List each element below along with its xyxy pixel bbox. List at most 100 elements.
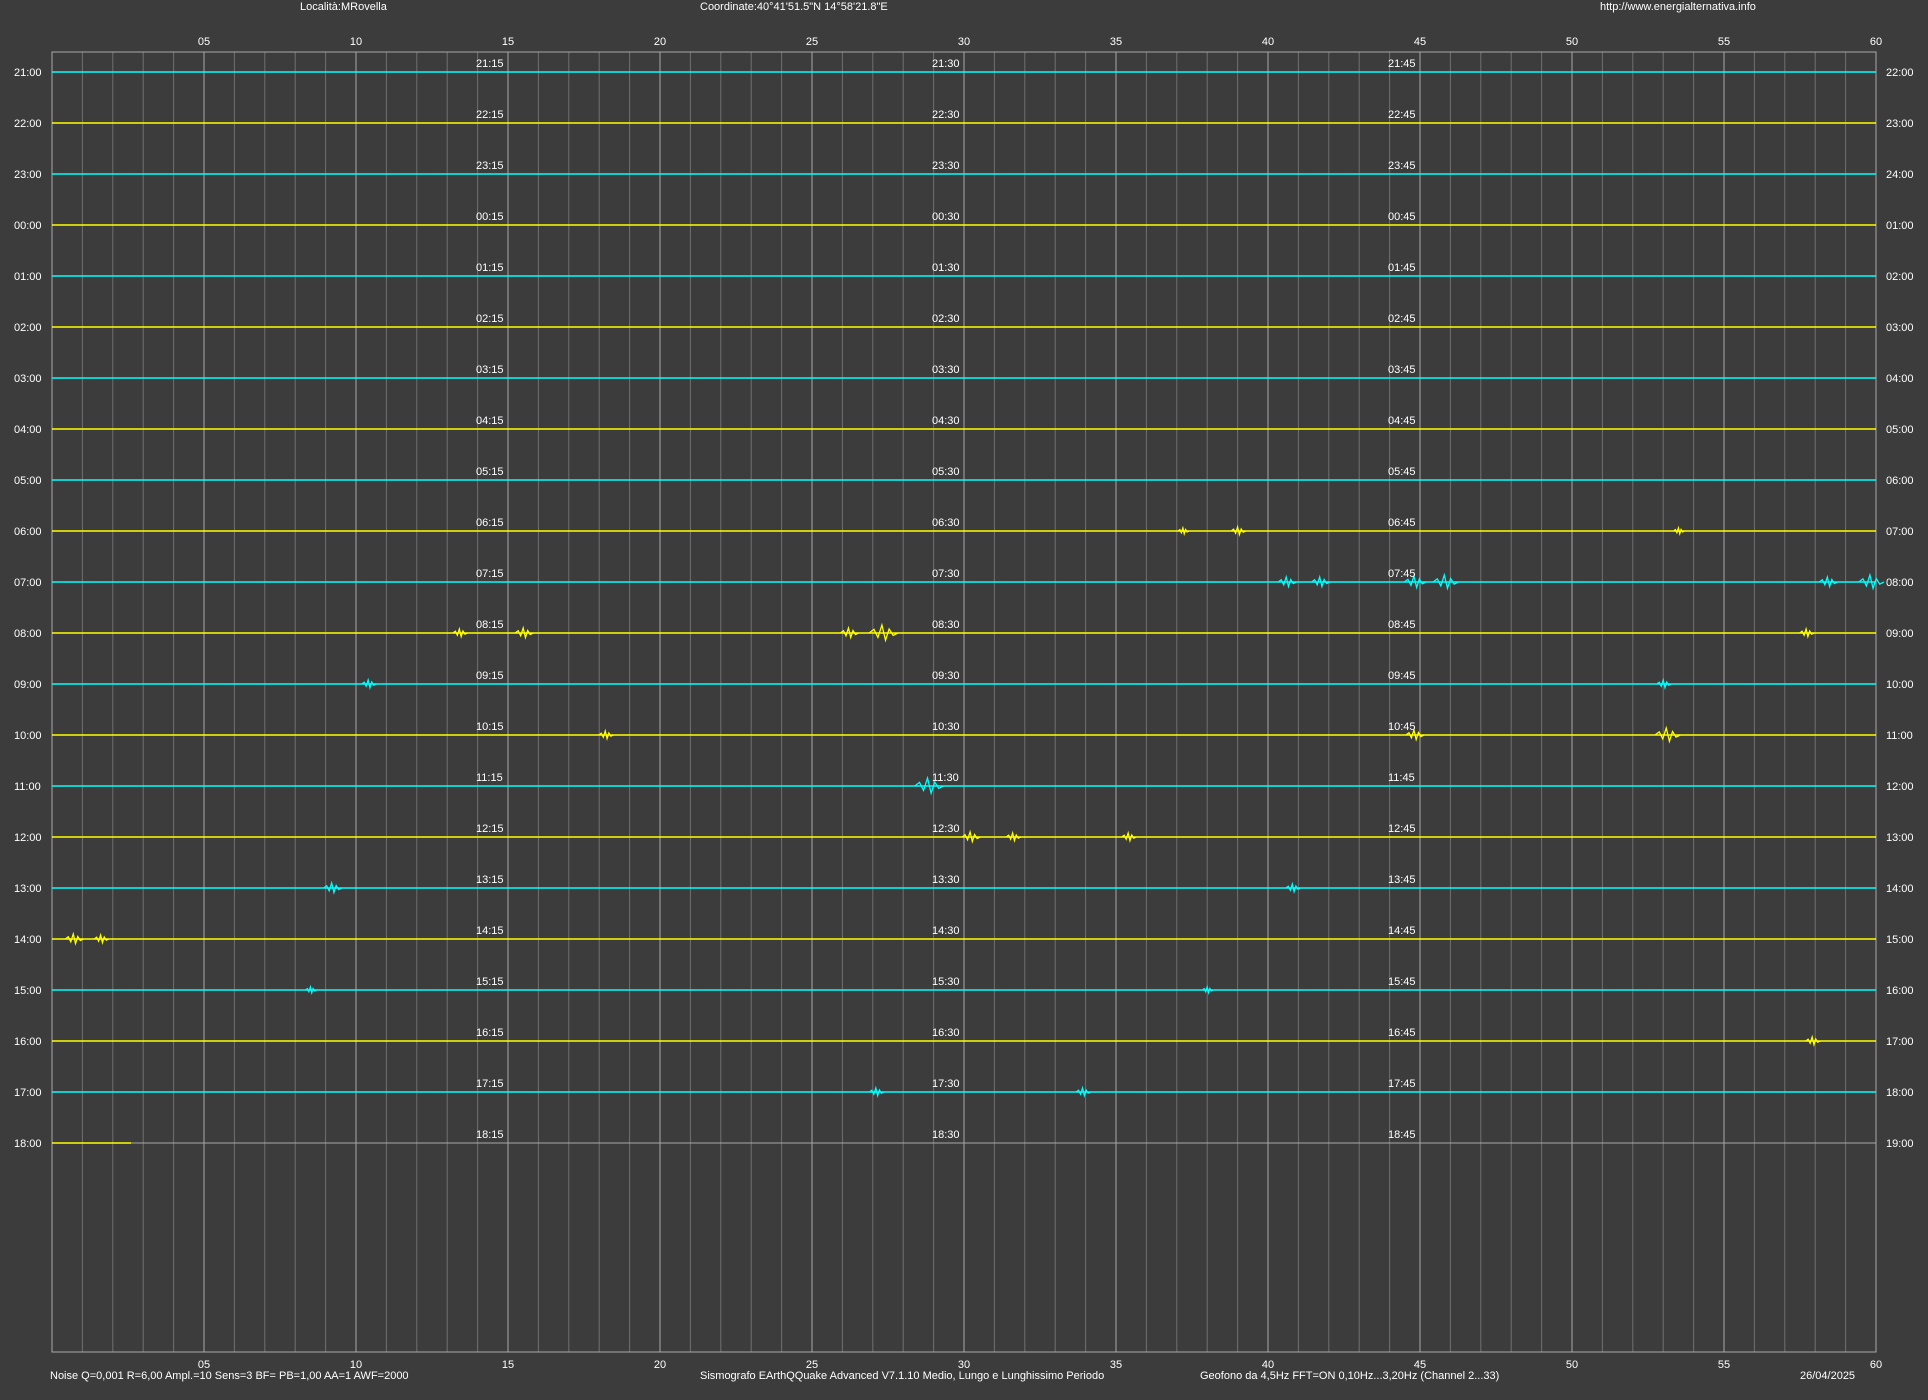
row-time-label-left: 07:00 <box>14 577 42 589</box>
quarter-hour-label: 08:30 <box>932 619 960 631</box>
row-time-label-left: 04:00 <box>14 424 42 436</box>
quarter-hour-label: 10:15 <box>476 721 504 733</box>
row-time-label-left: 10:00 <box>14 730 42 742</box>
quarter-hour-label: 02:45 <box>1388 313 1416 325</box>
quarter-hour-label: 14:30 <box>932 925 960 937</box>
quarter-hour-label: 09:15 <box>476 670 504 682</box>
quarter-hour-label: 18:45 <box>1388 1129 1416 1141</box>
row-time-label-left: 03:00 <box>14 373 42 385</box>
quarter-hour-label: 00:30 <box>932 211 960 223</box>
quarter-hour-label: 13:45 <box>1388 874 1416 886</box>
row-time-label-right: 01:00 <box>1886 220 1914 232</box>
quarter-hour-label: 17:30 <box>932 1078 960 1090</box>
quarter-hour-label: 18:15 <box>476 1129 504 1141</box>
x-tick-label-bottom: 20 <box>654 1359 666 1371</box>
row-time-label-right: 17:00 <box>1886 1036 1914 1048</box>
software-label: Sismografo EArthQQuake Advanced V7.1.10 … <box>700 1370 1105 1382</box>
quarter-hour-label: 12:30 <box>932 823 960 835</box>
quarter-hour-label: 16:15 <box>476 1027 504 1039</box>
row-time-label-right: 11:00 <box>1886 730 1913 742</box>
x-tick-label-bottom: 50 <box>1566 1359 1578 1371</box>
quarter-hour-label: 23:30 <box>932 160 960 172</box>
x-tick-label-top: 20 <box>654 36 666 48</box>
row-time-label-left: 16:00 <box>14 1036 42 1048</box>
row-time-label-right: 05:00 <box>1886 424 1914 436</box>
row-time-label-left: 21:00 <box>14 67 42 79</box>
row-time-label-right: 02:00 <box>1886 271 1914 283</box>
row-time-label-right: 19:00 <box>1886 1138 1914 1150</box>
quarter-hour-label: 18:30 <box>932 1129 960 1141</box>
x-tick-label-top: 40 <box>1262 36 1274 48</box>
quarter-hour-label: 22:30 <box>932 109 960 121</box>
x-tick-label-bottom: 35 <box>1110 1359 1122 1371</box>
quarter-hour-label: 13:15 <box>476 874 504 886</box>
quarter-hour-label: 11:15 <box>476 772 503 784</box>
quarter-hour-label: 08:45 <box>1388 619 1416 631</box>
quarter-hour-label: 04:30 <box>932 415 960 427</box>
sensor-label: Geofono da 4,5Hz FFT=ON 0,10Hz...3,20Hz … <box>1200 1370 1500 1382</box>
grid-lines <box>81 52 1847 1352</box>
quarter-hour-label: 10:45 <box>1388 721 1416 733</box>
quarter-hour-label: 03:45 <box>1388 364 1416 376</box>
row-time-label-right: 08:00 <box>1886 577 1914 589</box>
row-time-label-right: 18:00 <box>1886 1087 1914 1099</box>
row-time-label-left: 15:00 <box>14 985 42 997</box>
row-time-label-right: 15:00 <box>1886 934 1914 946</box>
quarter-hour-label: 04:15 <box>476 415 504 427</box>
quarter-hour-label: 11:30 <box>932 772 959 784</box>
x-tick-label-top: 50 <box>1566 36 1578 48</box>
x-tick-label-bottom: 60 <box>1870 1359 1882 1371</box>
row-time-label-right: 14:00 <box>1886 883 1914 895</box>
quarter-hour-label: 15:45 <box>1388 976 1416 988</box>
quarter-hour-label: 09:30 <box>932 670 960 682</box>
quarter-hour-label: 17:45 <box>1388 1078 1416 1090</box>
row-time-label-left: 23:00 <box>14 169 42 181</box>
row-time-label-left: 12:00 <box>14 832 42 844</box>
x-tick-label-top: 45 <box>1414 36 1426 48</box>
quarter-hour-label: 15:15 <box>476 976 504 988</box>
quarter-hour-label: 05:15 <box>476 466 504 478</box>
quarter-hour-label: 02:30 <box>932 313 960 325</box>
quarter-hour-label: 11:45 <box>1388 772 1415 784</box>
row-time-label-right: 09:00 <box>1886 628 1914 640</box>
quarter-hour-label: 16:45 <box>1388 1027 1416 1039</box>
x-tick-label-top: 05 <box>198 36 210 48</box>
row-time-label-right: 03:00 <box>1886 322 1914 334</box>
row-time-label-left: 00:00 <box>14 220 42 232</box>
quarter-hour-label: 07:15 <box>476 568 504 580</box>
quarter-hour-label: 15:30 <box>932 976 960 988</box>
row-time-label-left: 05:00 <box>14 475 42 487</box>
row-time-label-right: 07:00 <box>1886 526 1914 538</box>
row-time-label-left: 02:00 <box>14 322 42 334</box>
x-tick-label-top: 35 <box>1110 36 1122 48</box>
quarter-hour-label: 01:45 <box>1388 262 1416 274</box>
quarter-hour-label: 00:45 <box>1388 211 1416 223</box>
x-tick-label-top: 25 <box>806 36 818 48</box>
quarter-hour-label: 17:15 <box>476 1078 504 1090</box>
quarter-hour-label: 14:45 <box>1388 925 1416 937</box>
quarter-hour-label: 07:30 <box>932 568 960 580</box>
quarter-hour-label: 03:30 <box>932 364 960 376</box>
quarter-hour-label: 07:45 <box>1388 568 1416 580</box>
x-tick-label-bottom: 55 <box>1718 1359 1730 1371</box>
row-time-label-left: 22:00 <box>14 118 42 130</box>
quarter-hour-label: 09:45 <box>1388 670 1416 682</box>
x-tick-label-top: 10 <box>350 36 362 48</box>
quarter-hour-label: 10:30 <box>932 721 960 733</box>
row-time-label-left: 09:00 <box>14 679 42 691</box>
quarter-hour-label: 02:15 <box>476 313 504 325</box>
quarter-hour-label: 05:45 <box>1388 466 1416 478</box>
quarter-hour-label: 23:45 <box>1388 160 1416 172</box>
quarter-hour-label: 03:15 <box>476 364 504 376</box>
seismic-events <box>64 524 1885 1099</box>
quarter-hour-label: 06:30 <box>932 517 960 529</box>
row-time-label-right: 10:00 <box>1886 679 1914 691</box>
quarter-hour-label: 00:15 <box>476 211 504 223</box>
row-time-label-right: 16:00 <box>1886 985 1914 997</box>
quarter-hour-label: 12:45 <box>1388 823 1416 835</box>
row-time-label-left: 17:00 <box>14 1087 42 1099</box>
row-time-label-right: 12:00 <box>1886 781 1914 793</box>
row-time-label-left: 14:00 <box>14 934 42 946</box>
quarter-hour-label: 06:15 <box>476 517 504 529</box>
row-time-label-left: 13:00 <box>14 883 42 895</box>
